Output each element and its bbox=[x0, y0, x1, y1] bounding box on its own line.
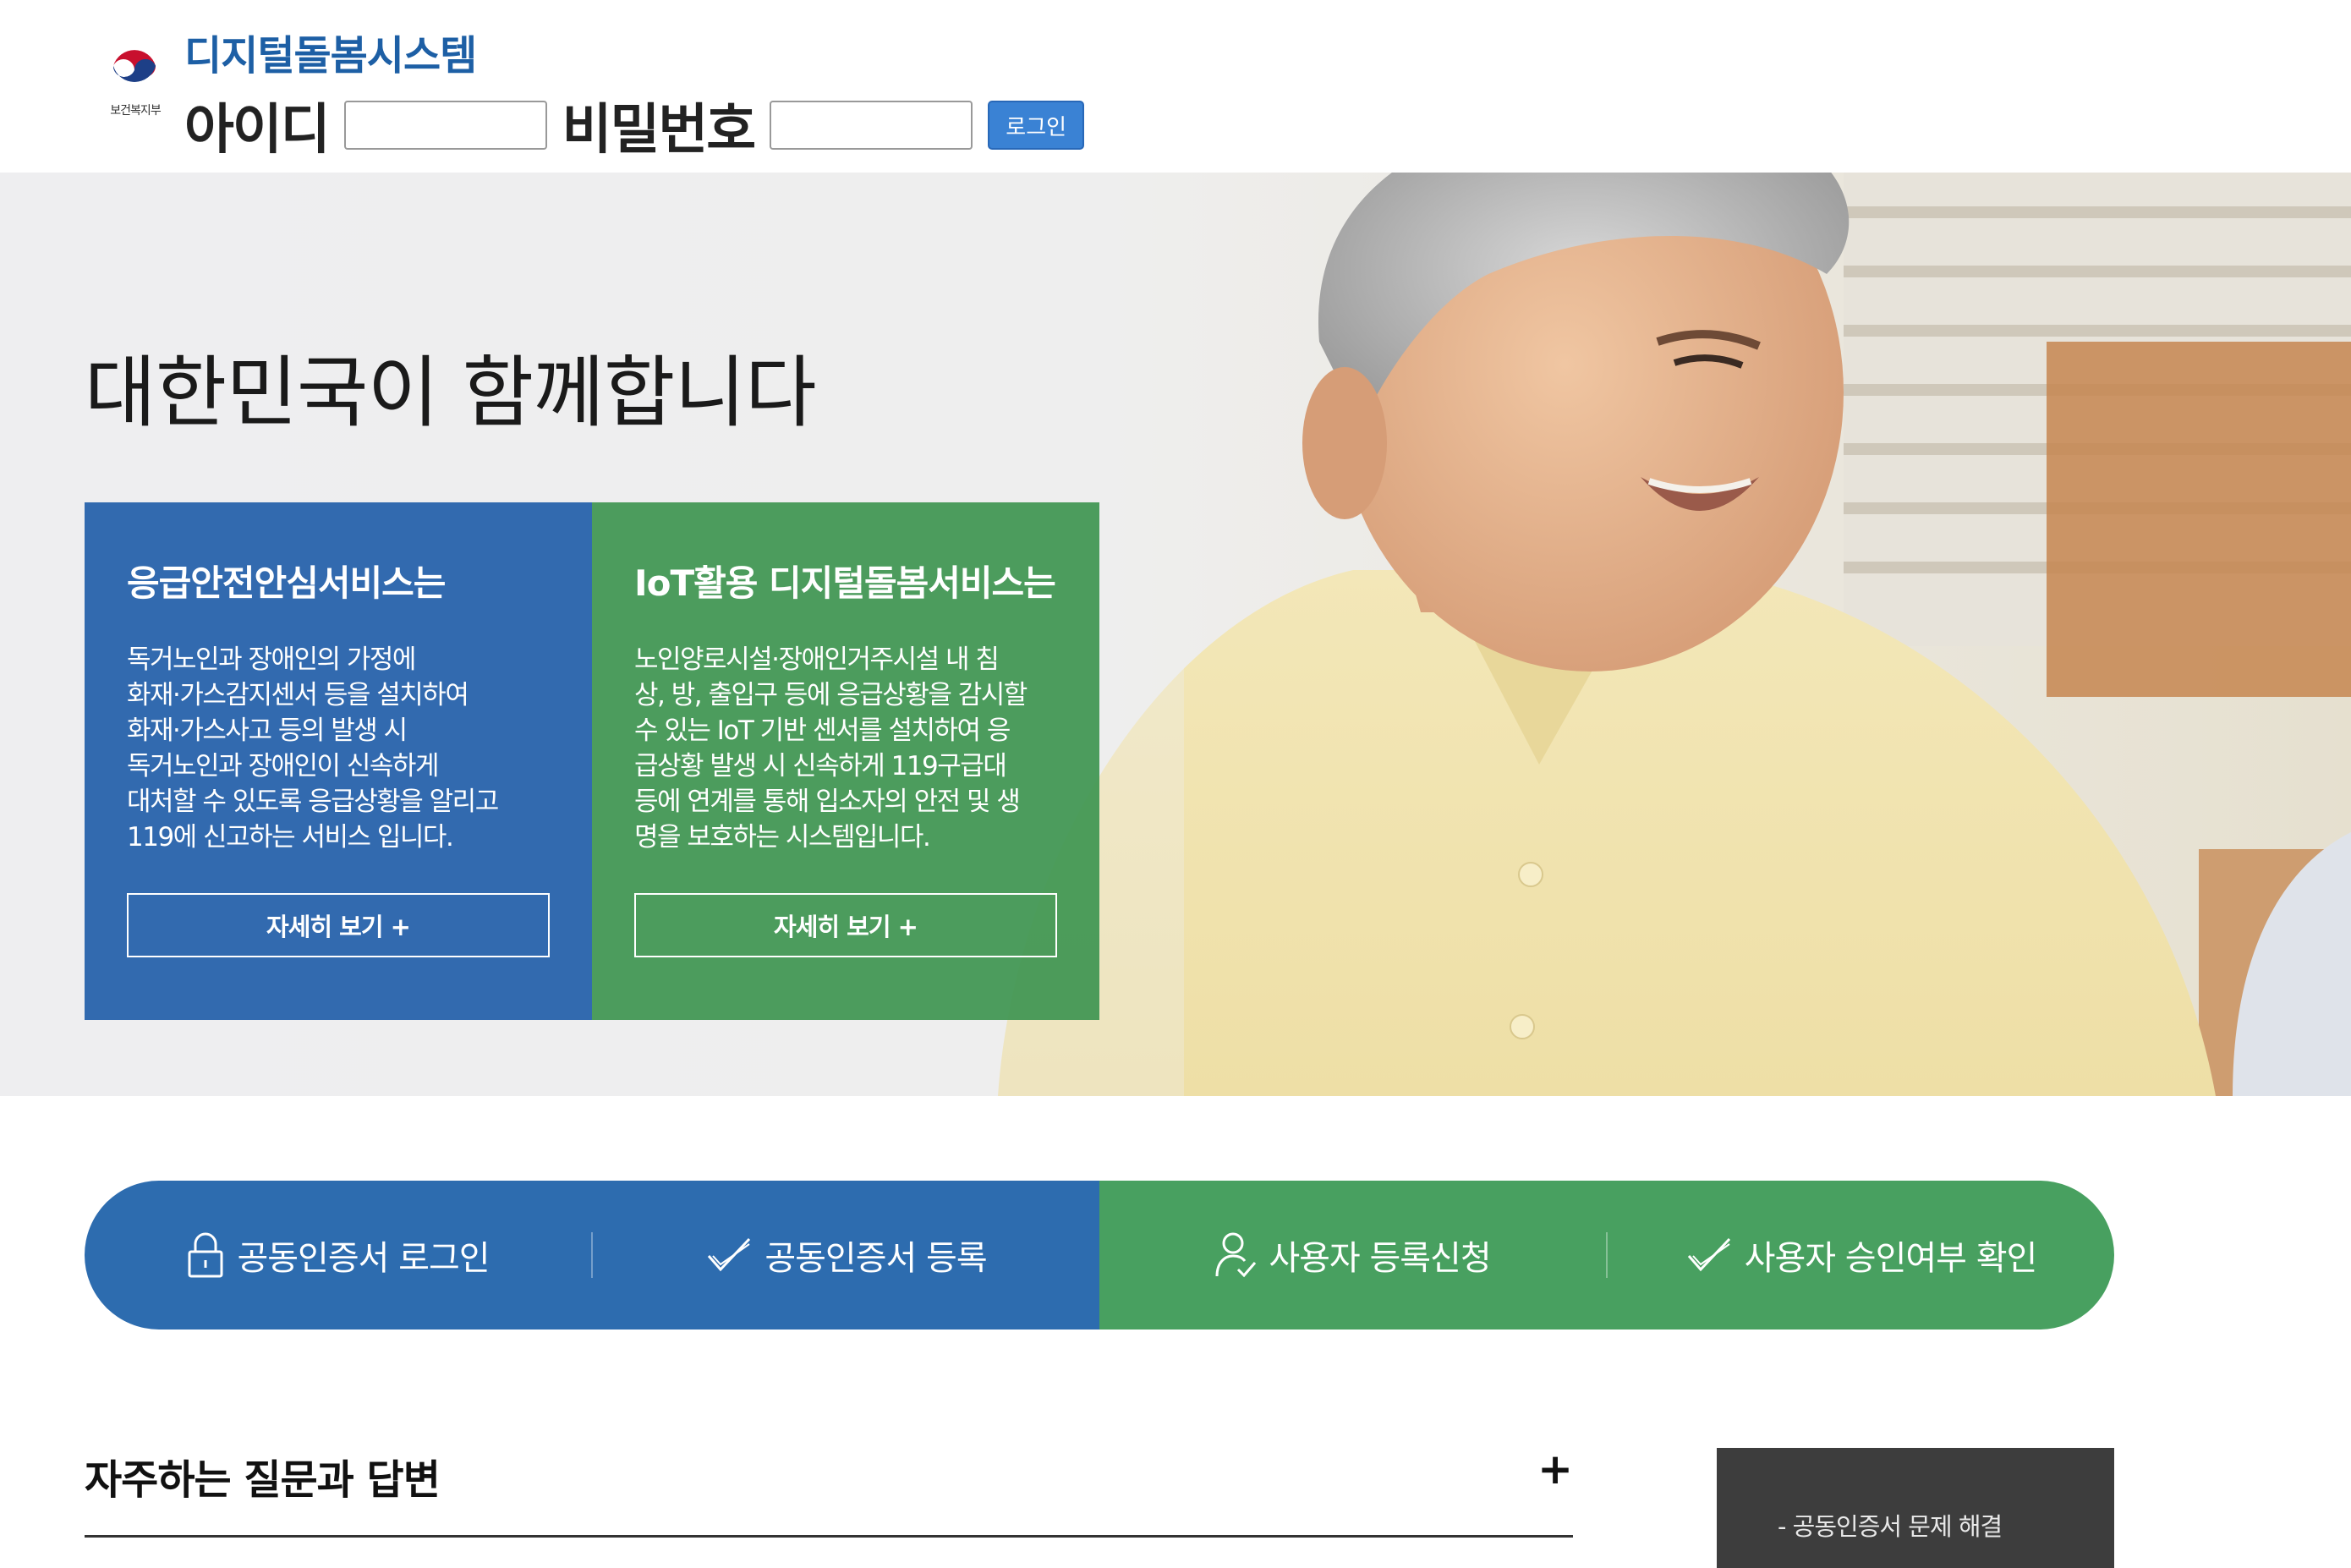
card-description-line: 상, 방, 출입구 등에 응급상황을 감시할 bbox=[634, 680, 1028, 710]
user-check-icon bbox=[1215, 1232, 1257, 1278]
card-title: IoT활용 디지털돌봄서비스는 bbox=[634, 562, 1056, 604]
card-description-line: 화재·가스사고 등의 발생 시 bbox=[127, 715, 408, 746]
card-description-line: 대처할 수 있도록 응급상황을 알리고 bbox=[127, 787, 499, 817]
more-details-button[interactable]: 자세히 보기 + bbox=[127, 893, 550, 957]
card-description-line: 수 있는 IoT 기반 센서를 설치하여 응 bbox=[634, 715, 1011, 746]
quick-menu-bar: 공동인증서 로그인 공동인증서 등록 사용자 등록신청 사용자 승인여부 확인 bbox=[85, 1181, 2114, 1330]
user-approval-check-button[interactable]: 사용자 승인여부 확인 bbox=[1608, 1181, 2114, 1330]
check-icon bbox=[1687, 1237, 1730, 1272]
card-description-line: 명을 보호하는 시스템입니다. bbox=[634, 822, 931, 853]
quick-menu-label: 사용자 승인여부 확인 bbox=[1744, 1239, 2038, 1278]
card-description-line: 노인양로시설·장애인거주시설 내 침 bbox=[634, 644, 1000, 675]
more-details-button[interactable]: 자세히 보기 + bbox=[634, 893, 1057, 957]
card-description-line: 독거노인과 장애인이 신속하게 bbox=[127, 751, 439, 781]
quick-menu-label: 공동인증서 로그인 bbox=[237, 1239, 490, 1278]
password-label: 비밀번호 bbox=[562, 99, 757, 162]
faq-expand-icon[interactable]: + bbox=[1537, 1445, 1573, 1494]
login-button[interactable]: 로그인 bbox=[988, 101, 1085, 150]
site-title[interactable]: 디지털돌봄시스템 bbox=[184, 22, 477, 81]
password-input[interactable] bbox=[770, 101, 973, 150]
id-label: 아이디 bbox=[184, 99, 331, 162]
certificate-troubleshoot-link[interactable]: - 공동인증서 문제 해결 bbox=[1778, 1507, 2003, 1543]
quick-menu-label: 공동인증서 등록 bbox=[764, 1239, 987, 1278]
lock-icon bbox=[188, 1232, 223, 1278]
quick-menu-label: 사용자 등록신청 bbox=[1269, 1239, 1491, 1278]
taegeuk-emblem-icon bbox=[107, 42, 162, 98]
check-icon bbox=[708, 1237, 751, 1272]
login-form: 아이디 비밀번호 로그인 bbox=[184, 91, 1085, 162]
hero-headline: 대한민국이 함께합니다 bbox=[85, 348, 817, 438]
card-description-line: 급상황 발생 시 신속하게 119구급대 bbox=[634, 751, 1007, 781]
card-description-line: 독거노인과 장애인의 가정에 bbox=[127, 644, 416, 675]
card-description-line: 119에 신고하는 서비스 입니다. bbox=[127, 822, 454, 853]
faq-section: 자주하는 질문과 답변 + bbox=[85, 1438, 1573, 1538]
user-registration-button[interactable]: 사용자 등록신청 bbox=[1099, 1181, 1606, 1330]
help-side-box: - 공동인증서 문제 해결 bbox=[1717, 1448, 2114, 1568]
card-description-line: 화재·가스감지센서 등을 설치하여 bbox=[127, 680, 469, 710]
card-title: 응급안전안심서비스는 bbox=[127, 562, 446, 604]
card-description: 독거노인과 장애인의 가정에 화재·가스감지센서 등을 설치하여 화재·가스사고… bbox=[127, 642, 550, 855]
hero-banner: 대한민국이 함께합니다 응급안전안심서비스는 독거노인과 장애인의 가정에 화재… bbox=[0, 173, 2351, 1096]
card-description: 노인양로시설·장애인거주시설 내 침 상, 방, 출입구 등에 응급상황을 감시… bbox=[634, 642, 1057, 855]
site-header: 보건복지부 디지털돌봄시스템 아이디 비밀번호 로그인 bbox=[0, 0, 2351, 173]
iot-digital-care-service-card: IoT활용 디지털돌봄서비스는 노인양로시설·장애인거주시설 내 침 상, 방,… bbox=[592, 502, 1099, 1020]
certificate-register-button[interactable]: 공동인증서 등록 bbox=[593, 1181, 1099, 1330]
emergency-safety-service-card: 응급안전안심서비스는 독거노인과 장애인의 가정에 화재·가스감지센서 등을 설… bbox=[85, 502, 592, 1020]
id-input[interactable] bbox=[343, 101, 547, 150]
ministry-logo-text: 보건복지부 bbox=[110, 104, 161, 118]
faq-title[interactable]: 자주하는 질문과 답변 bbox=[85, 1446, 441, 1505]
ministry-logo[interactable]: 보건복지부 bbox=[93, 41, 178, 125]
card-description-line: 등에 연계를 통해 입소자의 안전 및 생 bbox=[634, 787, 1021, 817]
quick-menu-user-group: 사용자 등록신청 사용자 승인여부 확인 bbox=[1099, 1181, 2114, 1330]
certificate-login-button[interactable]: 공동인증서 로그인 bbox=[85, 1181, 591, 1330]
quick-menu-certificate-group: 공동인증서 로그인 공동인증서 등록 bbox=[85, 1181, 1099, 1330]
